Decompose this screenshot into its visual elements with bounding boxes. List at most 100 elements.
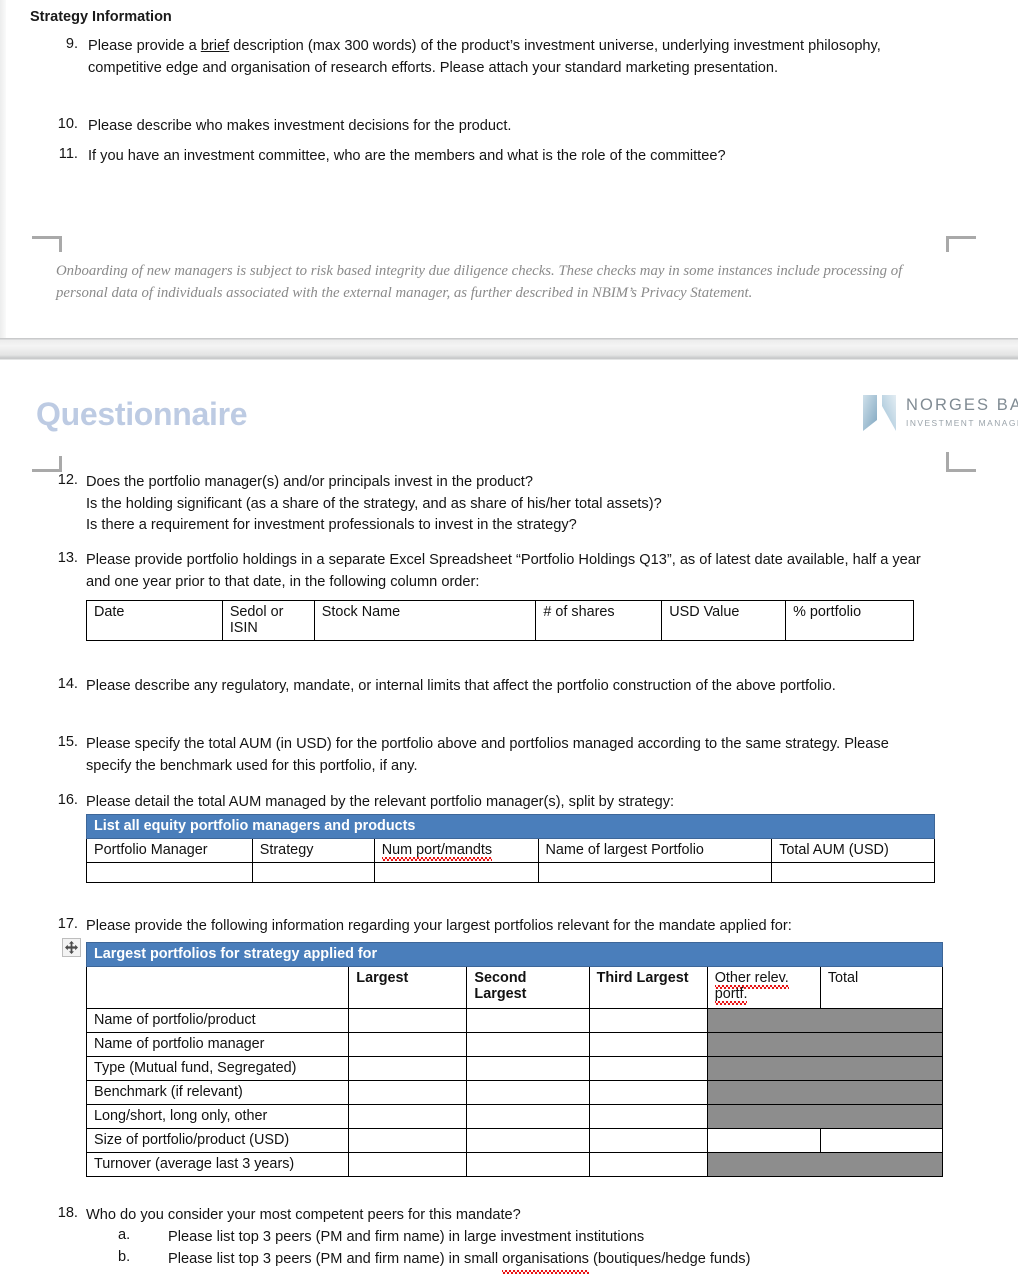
table-move-handle[interactable] (62, 938, 81, 957)
cell-empty[interactable] (771, 862, 935, 883)
cell-empty[interactable] (466, 1104, 590, 1129)
cell-empty[interactable] (348, 1056, 468, 1081)
col-header-third-largest: Third Largest (588, 966, 708, 1009)
crop-mark-bottom-left (32, 456, 62, 472)
cell-empty[interactable] (588, 1008, 708, 1033)
q17-largest-portfolios-table[interactable]: Largest portfolios for strategy applied … (85, 942, 944, 1177)
underlined-word-brief: brief (200, 38, 230, 54)
cell-empty[interactable] (466, 1032, 590, 1057)
nbim-n-mark-icon (862, 394, 898, 432)
cell-disabled (706, 1152, 944, 1177)
col-header-strategy: Strategy (251, 838, 375, 863)
table-row: Long/short, long only, other (85, 1104, 944, 1129)
col-header-largest: Largest (348, 966, 468, 1009)
col-header-date: Date (86, 600, 223, 641)
question-9-text: Please provide a brief description (max … (88, 38, 881, 76)
question-13-text: Please provide portfolio holdings in a s… (86, 552, 921, 590)
table-row: Date Sedol or ISIN Stock Name # of shares… (86, 600, 914, 641)
table-banner-row: List all equity portfolio managers and p… (86, 814, 935, 839)
col-header-blank (85, 966, 350, 1009)
cell-empty[interactable] (466, 1128, 590, 1153)
cell-empty[interactable] (373, 862, 539, 883)
cell-disabled (706, 1104, 944, 1129)
row-label-name-of-portfolio-product: Name of portfolio/product (85, 1008, 350, 1033)
question-17-text: Please provide the following information… (86, 918, 792, 934)
cell-empty[interactable] (588, 1056, 708, 1081)
question-12-line-3: Is there a requirement for investment pr… (86, 517, 577, 534)
logo-line-2: INVESTMENT MANAGEMENT (906, 418, 1018, 428)
page-title: Questionnaire (36, 396, 248, 432)
cell-empty[interactable] (588, 1032, 708, 1057)
row-label-size-of-portfolio: Size of portfolio/product (USD) (85, 1128, 350, 1153)
row-label-turnover: Turnover (average last 3 years) (85, 1152, 350, 1177)
table-row: Name of portfolio manager (85, 1032, 944, 1057)
nbim-logo: NORGES BANK INVESTMENT MANAGEMENT (862, 394, 1018, 434)
col-header-stock-name: Stock Name (313, 600, 537, 641)
question-15-text: Please specify the total AUM (in USD) fo… (86, 736, 889, 774)
cell-empty[interactable] (588, 1152, 708, 1177)
table-row (86, 862, 935, 883)
cell-disabled (706, 1032, 944, 1057)
cell-empty[interactable] (466, 1056, 590, 1081)
question-18a-label: a. (118, 1227, 131, 1243)
table-row: Name of portfolio/product (85, 1008, 944, 1033)
cell-empty[interactable] (348, 1080, 468, 1105)
cell-disabled (706, 1080, 944, 1105)
cell-empty[interactable] (819, 1128, 944, 1153)
crop-mark-bottom-right (946, 452, 976, 472)
page-left-shadow (0, 0, 6, 338)
question-18b-text: Please list top 3 peers (PM and firm nam… (168, 1249, 958, 1274)
row-label-long-short: Long/short, long only, other (85, 1104, 350, 1129)
col-header-portfolio-manager: Portfolio Manager (86, 838, 253, 863)
question-18-text: Who do you consider your most competent … (86, 1207, 521, 1223)
question-13-number: 13. (57, 550, 78, 566)
row-label-type: Type (Mutual fund, Segregated) (85, 1056, 350, 1081)
col-header-name-largest-portfolio: Name of largest Portfolio (537, 838, 773, 863)
col-header-total-aum: Total AUM (USD) (771, 838, 935, 863)
table-row: Type (Mutual fund, Segregated) (85, 1056, 944, 1081)
row-label-benchmark: Benchmark (if relevant) (85, 1080, 350, 1105)
table-row: Benchmark (if relevant) (85, 1080, 944, 1105)
table-row: Largest Second Largest Third Largest Othe… (85, 966, 944, 1009)
cell-empty[interactable] (706, 1128, 821, 1153)
cell-disabled (706, 1056, 944, 1081)
cell-empty[interactable] (466, 1008, 590, 1033)
question-16-number: 16. (57, 792, 78, 808)
table-row: Size of portfolio/product (USD) (85, 1128, 944, 1153)
spellcheck-underline-organisations: organisations (502, 1249, 589, 1274)
cell-empty[interactable] (588, 1104, 708, 1129)
cell-empty[interactable] (537, 862, 773, 883)
question-15-number: 15. (57, 734, 78, 750)
cell-empty[interactable] (251, 862, 375, 883)
q13-holdings-table[interactable]: Date Sedol or ISIN Stock Name # of shares… (86, 600, 914, 641)
cell-empty[interactable] (588, 1080, 708, 1105)
col-header-pct-portfolio: % portfolio (785, 600, 914, 641)
question-17-number: 17. (57, 916, 78, 932)
spellcheck-underline: Num port/mandts (381, 842, 493, 861)
crop-mark-top-right (946, 236, 976, 252)
spellcheck-underline-relev: Other relev. (714, 970, 789, 989)
cell-empty[interactable] (466, 1080, 590, 1105)
question-14-number: 14. (57, 676, 78, 692)
cell-empty[interactable] (348, 1008, 468, 1033)
question-11-text: If you have an investment committee, who… (88, 148, 726, 164)
q16-aum-table[interactable]: List all equity portfolio managers and p… (86, 814, 935, 883)
cell-empty[interactable] (348, 1032, 468, 1057)
cell-empty[interactable] (588, 1128, 708, 1153)
question-12-line-1: Does the portfolio manager(s) and/or pri… (86, 474, 533, 490)
cell-empty[interactable] (348, 1152, 468, 1177)
cell-empty[interactable] (348, 1104, 468, 1129)
table-banner-row: Largest portfolios for strategy applied … (86, 942, 943, 967)
cell-disabled (706, 1008, 944, 1033)
question-12-text: Does the portfolio manager(s) and/or pri… (86, 472, 946, 537)
col-header-total: Total (819, 966, 944, 1009)
question-18a-text: Please list top 3 peers (PM and firm nam… (168, 1229, 645, 1245)
q16-banner: List all equity portfolio managers and p… (86, 814, 935, 839)
col-header-second-largest: Second Largest (466, 966, 590, 1009)
page-2: Questionnaire NORGES BANK INVESTMENT MAN… (0, 360, 1018, 1288)
question-12-number: 12. (57, 472, 78, 488)
table-row: Portfolio Manager Strategy Num port/mand… (86, 838, 935, 863)
cell-empty[interactable] (86, 862, 253, 883)
cell-empty[interactable] (466, 1152, 590, 1177)
cell-empty[interactable] (348, 1128, 468, 1153)
